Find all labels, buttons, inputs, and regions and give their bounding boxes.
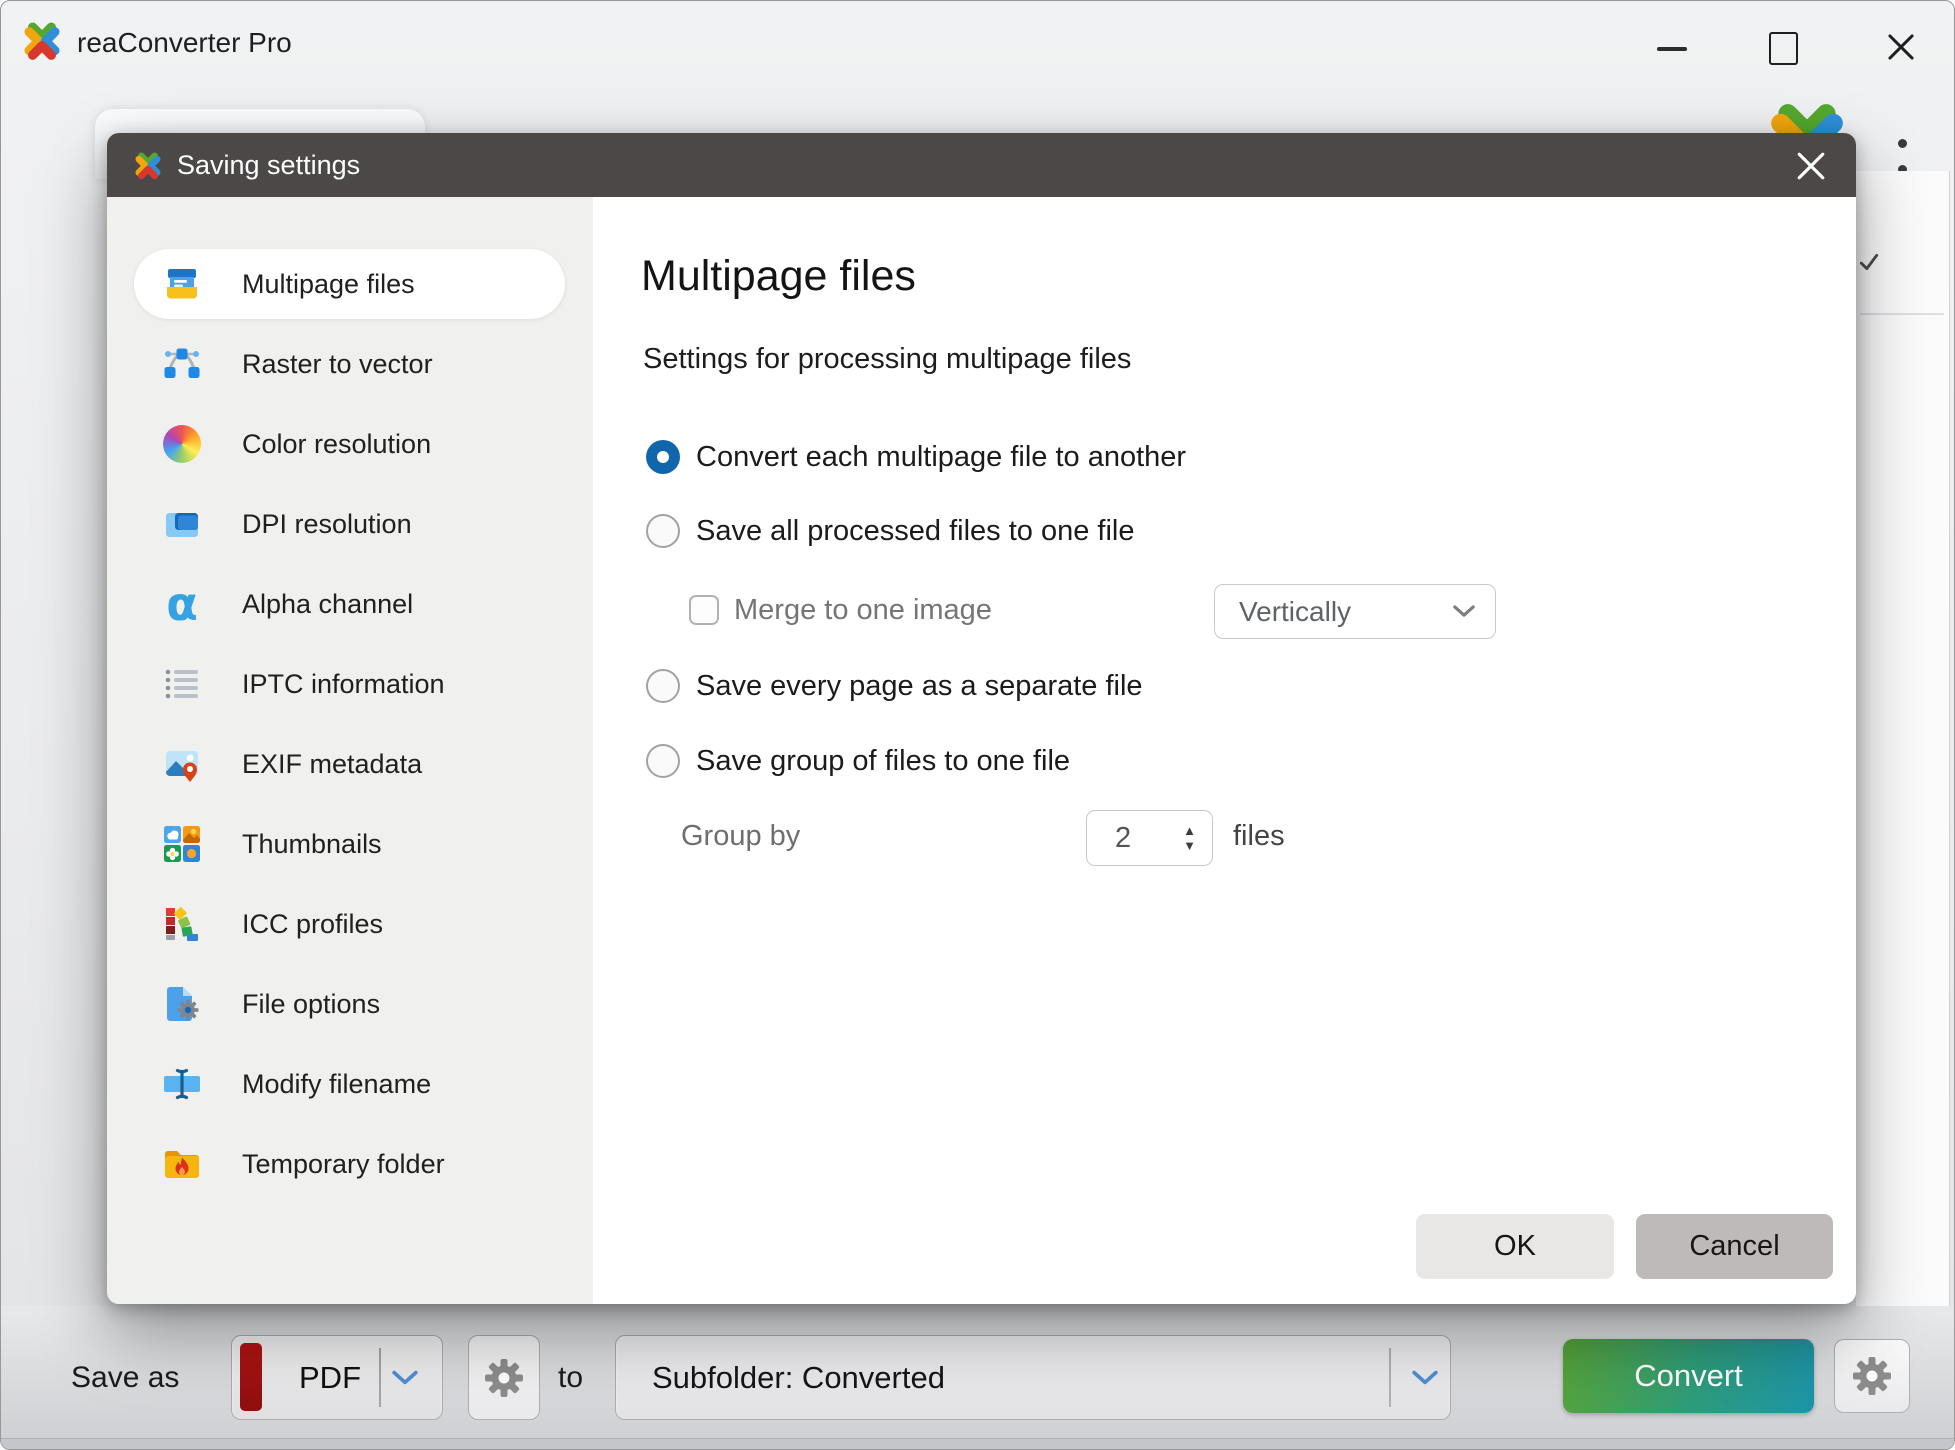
sidebar-item-exif-metadata[interactable]: EXIF metadata bbox=[134, 729, 565, 799]
convert-settings-button[interactable] bbox=[1834, 1339, 1910, 1413]
saving-settings-dialog: Saving settings Multipage files bbox=[107, 133, 1856, 1304]
option-save-group[interactable]: Save group of files to one file bbox=[646, 744, 1070, 778]
format-color-stripe bbox=[240, 1343, 262, 1411]
option-convert-each[interactable]: Convert each multipage file to another bbox=[646, 440, 1186, 474]
chevron-down-icon[interactable] bbox=[1412, 1370, 1438, 1386]
minimize-button[interactable] bbox=[1657, 47, 1687, 51]
sidebar-item-modify-filename[interactable]: Modify filename bbox=[134, 1049, 565, 1119]
app-title: reaConverter Pro bbox=[77, 27, 292, 59]
background-panel bbox=[1856, 171, 1950, 1312]
sidebar-item-iptc-information[interactable]: IPTC information bbox=[134, 649, 565, 719]
to-label: to bbox=[558, 1361, 583, 1395]
group-by-stepper[interactable]: 2 ▲ ▼ bbox=[1086, 810, 1213, 866]
format-select[interactable]: PDF bbox=[231, 1335, 443, 1420]
maximize-button[interactable] bbox=[1769, 32, 1798, 65]
dialog-title: Saving settings bbox=[177, 133, 360, 197]
destination-select[interactable]: Subfolder: Converted bbox=[615, 1335, 1451, 1420]
sidebar-item-label: Modify filename bbox=[242, 1069, 431, 1100]
cancel-button[interactable]: Cancel bbox=[1636, 1214, 1833, 1279]
sidebar-item-temporary-folder[interactable]: Temporary folder bbox=[134, 1129, 565, 1199]
option-label: Save all processed files to one file bbox=[696, 515, 1134, 548]
sidebar-item-dpi-resolution[interactable]: DPI resolution bbox=[134, 489, 565, 559]
dialog-titlebar: Saving settings bbox=[107, 133, 1856, 197]
ok-button[interactable]: OK bbox=[1416, 1214, 1614, 1279]
format-value: PDF bbox=[290, 1336, 370, 1419]
window-bottom-edge bbox=[1, 1438, 1955, 1450]
sidebar-item-label: Alpha channel bbox=[242, 589, 413, 620]
page-title: Multipage files bbox=[641, 252, 916, 301]
settings-panel: Multipage files Settings for processing … bbox=[593, 197, 1856, 1304]
option-label: Convert each multipage file to another bbox=[696, 441, 1186, 474]
radio-selected-icon[interactable] bbox=[646, 440, 680, 474]
group-by-value: 2 bbox=[1115, 822, 1183, 855]
sidebar-item-multipage-files[interactable]: Multipage files bbox=[134, 249, 565, 319]
dpi-icon bbox=[163, 505, 201, 543]
merge-direction-value: Vertically bbox=[1239, 596, 1453, 628]
checkbox-unchecked-icon[interactable] bbox=[689, 595, 719, 625]
destination-value: Subfolder: Converted bbox=[652, 1336, 945, 1419]
sidebar-item-file-options[interactable]: File options bbox=[134, 969, 565, 1039]
sidebar-item-label: Multipage files bbox=[242, 269, 415, 300]
color-wheel-icon bbox=[163, 425, 201, 463]
sidebar-item-label: ICC profiles bbox=[242, 909, 383, 940]
divider bbox=[379, 1348, 381, 1407]
color-swatches-icon bbox=[163, 905, 201, 943]
raster-to-vector-icon bbox=[163, 345, 201, 383]
sidebar-item-label: Color resolution bbox=[242, 429, 431, 460]
sidebar-item-label: File options bbox=[242, 989, 380, 1020]
sidebar-item-label: DPI resolution bbox=[242, 509, 412, 540]
format-settings-button[interactable] bbox=[468, 1335, 540, 1420]
group-by-label: Group by bbox=[681, 820, 800, 853]
chevron-down-icon[interactable] bbox=[392, 1370, 418, 1386]
close-dialog-button[interactable] bbox=[1793, 149, 1829, 183]
merge-direction-select[interactable]: Vertically bbox=[1214, 584, 1496, 639]
option-save-every-page[interactable]: Save every page as a separate file bbox=[646, 669, 1143, 703]
sidebar-item-label: IPTC information bbox=[242, 669, 445, 700]
radio-unselected-icon[interactable] bbox=[646, 744, 680, 778]
gear-icon bbox=[484, 1358, 524, 1398]
alpha-icon: α bbox=[163, 585, 201, 623]
sidebar-item-thumbnails[interactable]: Thumbnails bbox=[134, 809, 565, 879]
check-icon bbox=[1858, 251, 1880, 273]
checkbox-label: Merge to one image bbox=[734, 594, 992, 627]
folder-flame-icon bbox=[163, 1145, 201, 1183]
stepper-arrows[interactable]: ▲ ▼ bbox=[1183, 826, 1196, 851]
sidebar-item-icc-profiles[interactable]: ICC profiles bbox=[134, 889, 565, 959]
multipage-files-icon bbox=[163, 265, 201, 303]
radio-unselected-icon[interactable] bbox=[646, 514, 680, 548]
dialog-logo-icon bbox=[133, 150, 163, 180]
save-as-label: Save as bbox=[71, 1361, 179, 1395]
sidebar-item-color-resolution[interactable]: Color resolution bbox=[134, 409, 565, 479]
sidebar-item-label: EXIF metadata bbox=[242, 749, 422, 780]
sidebar-item-label: Temporary folder bbox=[242, 1149, 445, 1180]
merge-to-one-image-option[interactable]: Merge to one image bbox=[689, 593, 992, 627]
list-icon bbox=[163, 665, 201, 703]
photo-pin-icon bbox=[163, 745, 201, 783]
settings-sidebar: Multipage files Raster to vector bbox=[107, 197, 593, 1304]
stepper-up-icon[interactable]: ▲ bbox=[1183, 826, 1196, 836]
radio-unselected-icon[interactable] bbox=[646, 669, 680, 703]
option-save-all-to-one[interactable]: Save all processed files to one file bbox=[646, 514, 1134, 548]
divider bbox=[1389, 1348, 1391, 1407]
divider bbox=[1860, 313, 1944, 315]
rename-cursor-icon bbox=[163, 1065, 201, 1103]
stepper-down-icon[interactable]: ▼ bbox=[1183, 841, 1196, 851]
sidebar-item-raster-to-vector[interactable]: Raster to vector bbox=[134, 329, 565, 399]
page-subtitle: Settings for processing multipage files bbox=[643, 343, 1131, 376]
sidebar-item-label: Raster to vector bbox=[242, 349, 433, 380]
sidebar-item-alpha-channel[interactable]: α Alpha channel bbox=[134, 569, 565, 639]
files-suffix-label: files bbox=[1233, 820, 1285, 853]
app-window: reaConverter Pro Save as PDF to Subfolde… bbox=[0, 0, 1955, 1450]
sidebar-item-label: Thumbnails bbox=[242, 829, 382, 860]
file-gear-icon bbox=[163, 985, 201, 1023]
convert-button[interactable]: Convert bbox=[1563, 1339, 1814, 1413]
gear-icon bbox=[1852, 1356, 1892, 1396]
thumbnails-grid-icon bbox=[163, 825, 201, 863]
app-logo-icon bbox=[21, 19, 63, 61]
option-label: Save group of files to one file bbox=[696, 745, 1070, 778]
option-label: Save every page as a separate file bbox=[696, 670, 1143, 703]
chevron-down-icon bbox=[1453, 605, 1475, 618]
close-window-button[interactable] bbox=[1885, 29, 1917, 65]
